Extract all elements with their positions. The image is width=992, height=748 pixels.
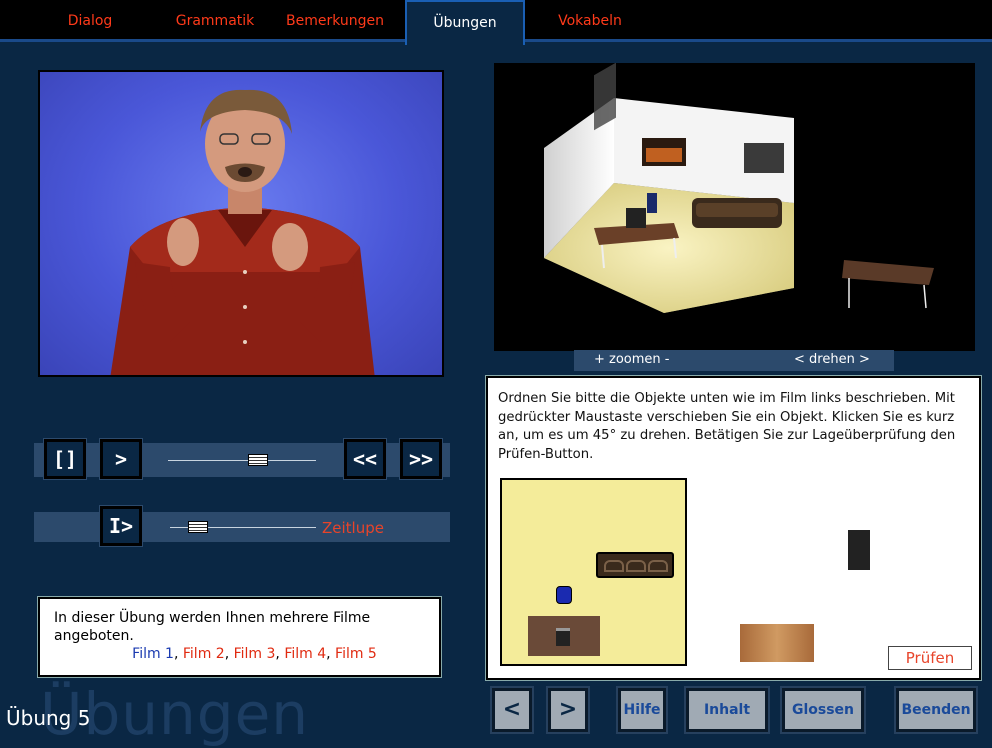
separator: , (224, 646, 234, 662)
glossen-button[interactable]: Glossen (780, 686, 866, 734)
zoom-control[interactable]: + zoomen - (594, 352, 669, 367)
film-link-3[interactable]: Film 3 (234, 646, 276, 662)
film-link-1[interactable]: Film 1 (132, 646, 174, 662)
separator: , (275, 646, 285, 662)
monitor-object[interactable] (556, 628, 570, 646)
room-3d-view[interactable] (494, 62, 975, 351)
film-links: Film 1, Film 2, Film 3, Film 4, Film 5 (84, 645, 425, 663)
forward-button[interactable]: >> (399, 438, 443, 480)
speed-slider-thumb[interactable] (188, 521, 208, 533)
next-button[interactable]: > (546, 686, 590, 734)
room-scene (544, 62, 934, 313)
tab-bemerkungen[interactable]: Bemerkungen (280, 0, 390, 42)
info-box: In dieser Übung werden Ihnen mehrere Fil… (37, 596, 442, 678)
position-slider-thumb[interactable] (248, 454, 268, 466)
hilfe-button[interactable]: Hilfe (616, 686, 668, 734)
rewind-button[interactable]: << (343, 438, 387, 480)
position-slider-track (168, 460, 316, 461)
zeitlupe-label: Zeitlupe (322, 519, 384, 537)
exercise-label: Übung 5 (6, 706, 91, 730)
stop-button[interactable]: [] (43, 438, 87, 480)
prev-button[interactable]: < (490, 686, 534, 734)
pruefen-button[interactable]: Prüfen (888, 646, 972, 670)
tab-grammatik[interactable]: Grammatik (160, 0, 270, 42)
signer-figure (110, 89, 375, 375)
top-navigation: Dialog Grammatik Bemerkungen Übungen Vok… (0, 0, 992, 45)
separator: , (326, 646, 336, 662)
info-text: In dieser Übung werden Ihnen mehrere Fil… (54, 610, 371, 644)
floor-plan[interactable] (500, 478, 687, 666)
slowplay-button[interactable]: I> (99, 505, 143, 547)
rotate-control[interactable]: < drehen > (794, 352, 870, 367)
inhalt-button[interactable]: Inhalt (684, 686, 770, 734)
tab-uebungen[interactable]: Übungen (405, 0, 525, 45)
play-button[interactable]: > (99, 438, 143, 480)
tab-dialog[interactable]: Dialog (40, 0, 140, 42)
chair-object[interactable] (556, 586, 572, 604)
task-panel: Ordnen Sie bitte die Objekte unten wie i… (485, 375, 982, 681)
film-link-4[interactable]: Film 4 (284, 646, 326, 662)
beenden-button[interactable]: Beenden (894, 686, 978, 734)
task-instructions: Ordnen Sie bitte die Objekte unten wie i… (498, 391, 956, 462)
separator: , (173, 646, 183, 662)
loose-table-object[interactable] (740, 624, 814, 662)
film-link-2[interactable]: Film 2 (183, 646, 225, 662)
desk-object[interactable] (528, 616, 600, 656)
room-controls: + zoomen - < drehen > (574, 350, 894, 371)
loose-monitor-object[interactable] (848, 530, 870, 570)
film-link-5[interactable]: Film 5 (335, 646, 377, 662)
sofa-object[interactable] (596, 552, 674, 578)
sign-language-video[interactable] (38, 70, 444, 377)
tab-vokabeln[interactable]: Vokabeln (540, 0, 640, 42)
